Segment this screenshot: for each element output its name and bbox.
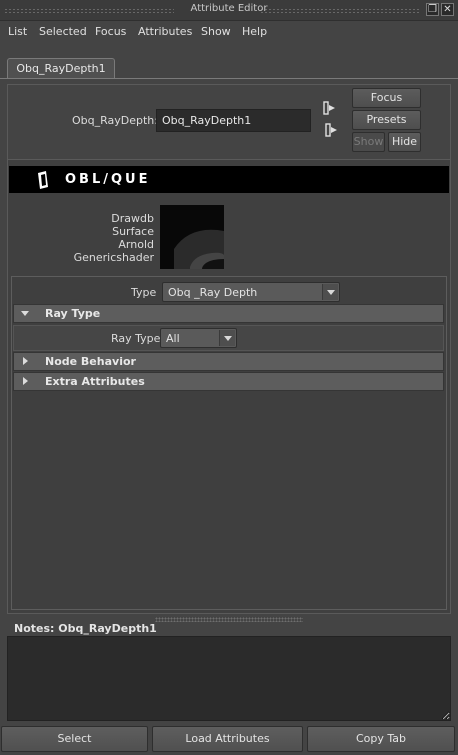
tab-node[interactable]: Obq_RayDepth1 — [7, 58, 115, 79]
menu-show[interactable]: Show — [201, 25, 231, 38]
node-type-label: Obq_RayDepth: — [72, 114, 158, 127]
copy-tab-button[interactable]: Copy Tab — [307, 726, 455, 752]
menu-list[interactable]: List — [8, 25, 27, 38]
section-extra-attributes[interactable]: Extra Attributes — [13, 372, 444, 391]
notes-resize-handle[interactable] — [155, 617, 303, 622]
menu-focus[interactable]: Focus — [95, 25, 126, 38]
expand-right-icon — [23, 377, 28, 385]
tab-divider — [0, 78, 458, 79]
menu-help[interactable]: Help — [242, 25, 267, 38]
section-node-behavior-label: Node Behavior — [45, 355, 136, 368]
expand-right-icon — [23, 357, 28, 365]
restore-icon[interactable]: ❐ — [426, 3, 439, 16]
select-button[interactable]: Select — [1, 726, 148, 752]
ray-type-dropdown[interactable]: All — [160, 328, 237, 348]
classification-2: Surface — [112, 225, 154, 238]
oblique-logo-icon — [38, 171, 48, 189]
input-connection-icon[interactable] — [323, 101, 337, 115]
menu-attributes[interactable]: Attributes — [138, 25, 192, 38]
classification-3: Arnold — [118, 238, 154, 251]
node-name-field[interactable] — [156, 109, 311, 132]
presets-button[interactable]: Presets — [352, 110, 421, 130]
title-bar: Attribute Editor ❐ ✕ — [0, 0, 458, 21]
load-attributes-button[interactable]: Load Attributes — [152, 726, 303, 752]
classification-1: Drawdb — [111, 212, 154, 225]
notes-title: Notes: — [14, 622, 55, 635]
section-ray-type[interactable]: Ray Type — [13, 304, 444, 323]
shader-swatch[interactable] — [160, 205, 224, 269]
notes-node-name: Obq_RayDepth1 — [58, 622, 157, 635]
swatch-preview-icon — [174, 229, 224, 269]
type-label: Type — [131, 286, 157, 299]
window-title: Attribute Editor — [190, 3, 268, 14]
type-dropdown-value: Obq _Ray Depth — [168, 286, 258, 299]
type-dropdown[interactable]: Obq _Ray Depth — [162, 282, 340, 302]
oblique-logo-text: OBL/QUE — [65, 172, 151, 187]
ray-type-value: All — [166, 332, 180, 345]
menu-selected[interactable]: Selected — [39, 25, 87, 38]
close-icon[interactable]: ✕ — [441, 3, 454, 16]
chevron-down-icon — [219, 330, 235, 346]
classification-4: Genericshader — [73, 251, 154, 264]
notes-textarea[interactable] — [7, 636, 451, 721]
expand-down-icon — [21, 311, 29, 316]
notes-label: Notes: Obq_RayDepth1 — [14, 622, 157, 635]
menu-bar: List Selected Focus Attributes Show Help — [0, 21, 458, 43]
section-node-behavior[interactable]: Node Behavior — [13, 352, 444, 371]
ray-type-label: Ray Type — [111, 332, 161, 345]
hide-button[interactable]: Hide — [388, 132, 421, 152]
focus-button[interactable]: Focus — [352, 88, 421, 108]
oblique-banner: OBL/QUE — [9, 166, 449, 193]
section-extra-attributes-label: Extra Attributes — [45, 375, 145, 388]
show-button[interactable]: Show — [352, 132, 385, 152]
chevron-down-icon — [322, 284, 338, 300]
section-ray-type-label: Ray Type — [45, 307, 101, 320]
output-connection-icon[interactable] — [325, 123, 339, 137]
